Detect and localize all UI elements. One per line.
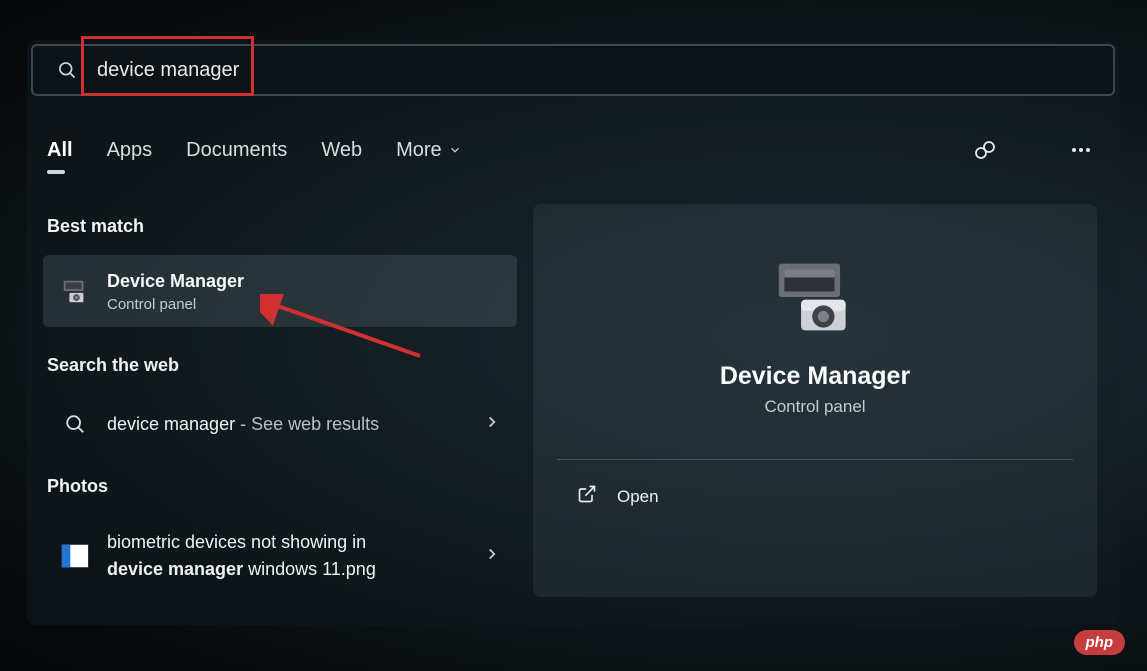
tab-more[interactable]: More [396, 139, 462, 162]
chevron-right-icon [483, 545, 501, 568]
watermark-badge: php [1074, 630, 1126, 655]
open-label: Open [617, 487, 659, 507]
open-action[interactable]: Open [573, 460, 1057, 529]
photo-line2-rest: windows 11.png [243, 559, 376, 579]
device-manager-icon [59, 275, 91, 307]
chevron-down-icon [448, 143, 462, 157]
search-input[interactable] [97, 59, 1089, 82]
search-icon [57, 60, 77, 80]
result-photo-file[interactable]: biometric devices not showing in device … [43, 515, 517, 597]
open-external-icon [577, 484, 597, 509]
chat-icon[interactable] [967, 132, 1003, 168]
tab-more-label: More [396, 139, 442, 162]
tab-apps[interactable]: Apps [107, 139, 153, 162]
search-bar [31, 44, 1115, 96]
result-web-search[interactable]: device manager - See web results [43, 394, 517, 454]
device-manager-icon [573, 258, 1057, 336]
result-title: Device Manager [107, 269, 501, 294]
photo-line2-bold: device manager [107, 559, 243, 579]
section-search-web: Search the web [47, 355, 517, 376]
section-best-match: Best match [47, 216, 517, 237]
web-result-suffix: See web results [251, 414, 379, 434]
detail-panel: Device Manager Control panel Open [533, 204, 1097, 597]
section-photos: Photos [47, 476, 517, 497]
web-result-query: device manager [107, 414, 235, 434]
tab-all[interactable]: All [47, 139, 73, 162]
image-thumbnail-icon [59, 540, 91, 572]
search-icon [59, 408, 91, 440]
detail-subtitle: Control panel [573, 397, 1057, 417]
tab-documents[interactable]: Documents [186, 139, 287, 162]
web-result-sep: - [235, 414, 251, 434]
detail-title: Device Manager [573, 362, 1057, 391]
filter-tabs: All Apps Documents Web More [27, 100, 1119, 178]
chevron-right-icon [483, 413, 501, 436]
photo-line1: biometric devices not showing in [107, 532, 366, 552]
more-options-icon[interactable] [1063, 132, 1099, 168]
result-subtitle: Control panel [107, 296, 501, 313]
result-device-manager[interactable]: Device Manager Control panel [43, 255, 517, 327]
tab-web[interactable]: Web [321, 139, 362, 162]
